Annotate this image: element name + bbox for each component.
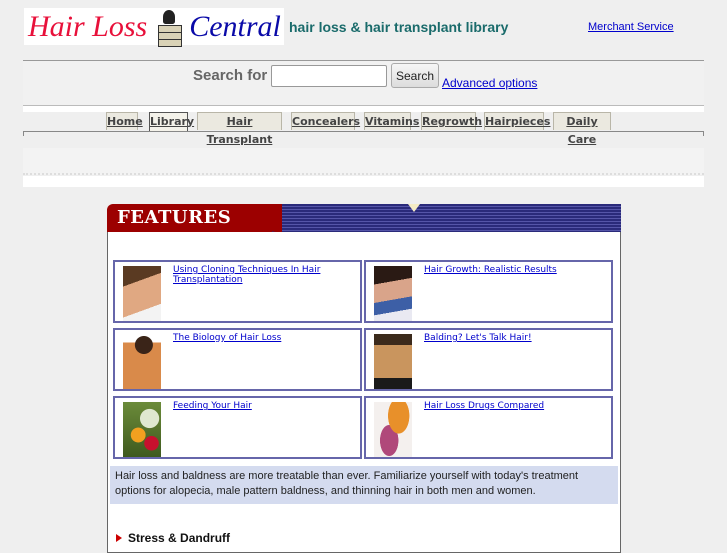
books-lamp-icon — [155, 9, 185, 47]
logo-text-hair-loss: Hair Loss — [28, 9, 148, 43]
tab-concealers[interactable]: Concealers — [291, 112, 360, 130]
feature-card: The Biology of Hair Loss — [113, 328, 362, 391]
feature-link[interactable]: Hair Growth: Realistic Results — [424, 265, 557, 275]
site-tagline: hair loss & hair transplant library — [289, 19, 509, 35]
feature-link[interactable]: Using Cloning Techniques In Hair Transpl… — [173, 265, 360, 285]
bullet-arrow-icon — [116, 534, 122, 542]
sub-nav-strip — [23, 176, 704, 187]
nav-underline — [23, 131, 704, 132]
tab-vitamins[interactable]: Vitamins — [364, 112, 419, 130]
tab-library[interactable]: Library — [149, 112, 194, 132]
nav-underline-right — [703, 131, 704, 136]
search-button[interactable]: Search — [391, 63, 439, 88]
features-title: FEATURES — [117, 207, 232, 228]
main-nav: Home Library Hair Transplant Concealers … — [0, 112, 727, 146]
merchant-service-link[interactable]: Merchant Service — [588, 21, 674, 33]
smiling-man-photo[interactable] — [123, 266, 161, 321]
feature-link[interactable]: Hair Loss Drugs Compared — [424, 401, 544, 411]
vegetables-photo[interactable] — [123, 402, 161, 457]
feature-card: Hair Loss Drugs Compared — [364, 396, 613, 459]
tab-regrowth[interactable]: Regrowth — [421, 112, 482, 130]
shirtless-man-photo[interactable] — [123, 334, 161, 389]
pill-bottle-photo[interactable] — [374, 402, 412, 457]
search-label: Search for — [193, 67, 268, 84]
feature-card: Feeding Your Hair — [113, 396, 362, 459]
logo-text-central: Central — [189, 9, 281, 43]
site-logo[interactable]: Hair Loss Central — [24, 8, 284, 47]
advanced-options-link[interactable]: Advanced options — [442, 76, 537, 90]
search-input[interactable] — [271, 65, 387, 87]
feature-card: Hair Growth: Realistic Results — [364, 260, 613, 323]
section-heading-stress-dandruff[interactable]: Stress & Dandruff — [128, 531, 230, 545]
couple-embracing-photo[interactable] — [374, 266, 412, 321]
features-header: FEATURES — [107, 204, 621, 232]
feature-link[interactable]: Feeding Your Hair — [173, 401, 252, 411]
feature-card: Balding? Let's Talk Hair! — [364, 328, 613, 391]
tab-daily-care[interactable]: Daily Care — [553, 112, 611, 146]
tab-home[interactable]: Home — [106, 112, 143, 130]
features-header-stripes — [257, 204, 621, 232]
feature-card: Using Cloning Techniques In Hair Transpl… — [113, 260, 362, 323]
features-intro-text: Hair loss and baldness are more treatabl… — [110, 466, 618, 504]
sub-nav-band — [23, 148, 704, 175]
tab-hairpieces[interactable]: Hairpieces — [484, 112, 550, 130]
feature-link[interactable]: Balding? Let's Talk Hair! — [424, 333, 532, 343]
triangle-marker-icon — [408, 204, 420, 212]
man-portrait-photo[interactable] — [374, 334, 412, 389]
feature-link[interactable]: The Biology of Hair Loss — [173, 333, 281, 343]
tab-hair-transplant[interactable]: Hair Transplant — [197, 112, 282, 146]
nav-underline-left — [23, 131, 24, 136]
